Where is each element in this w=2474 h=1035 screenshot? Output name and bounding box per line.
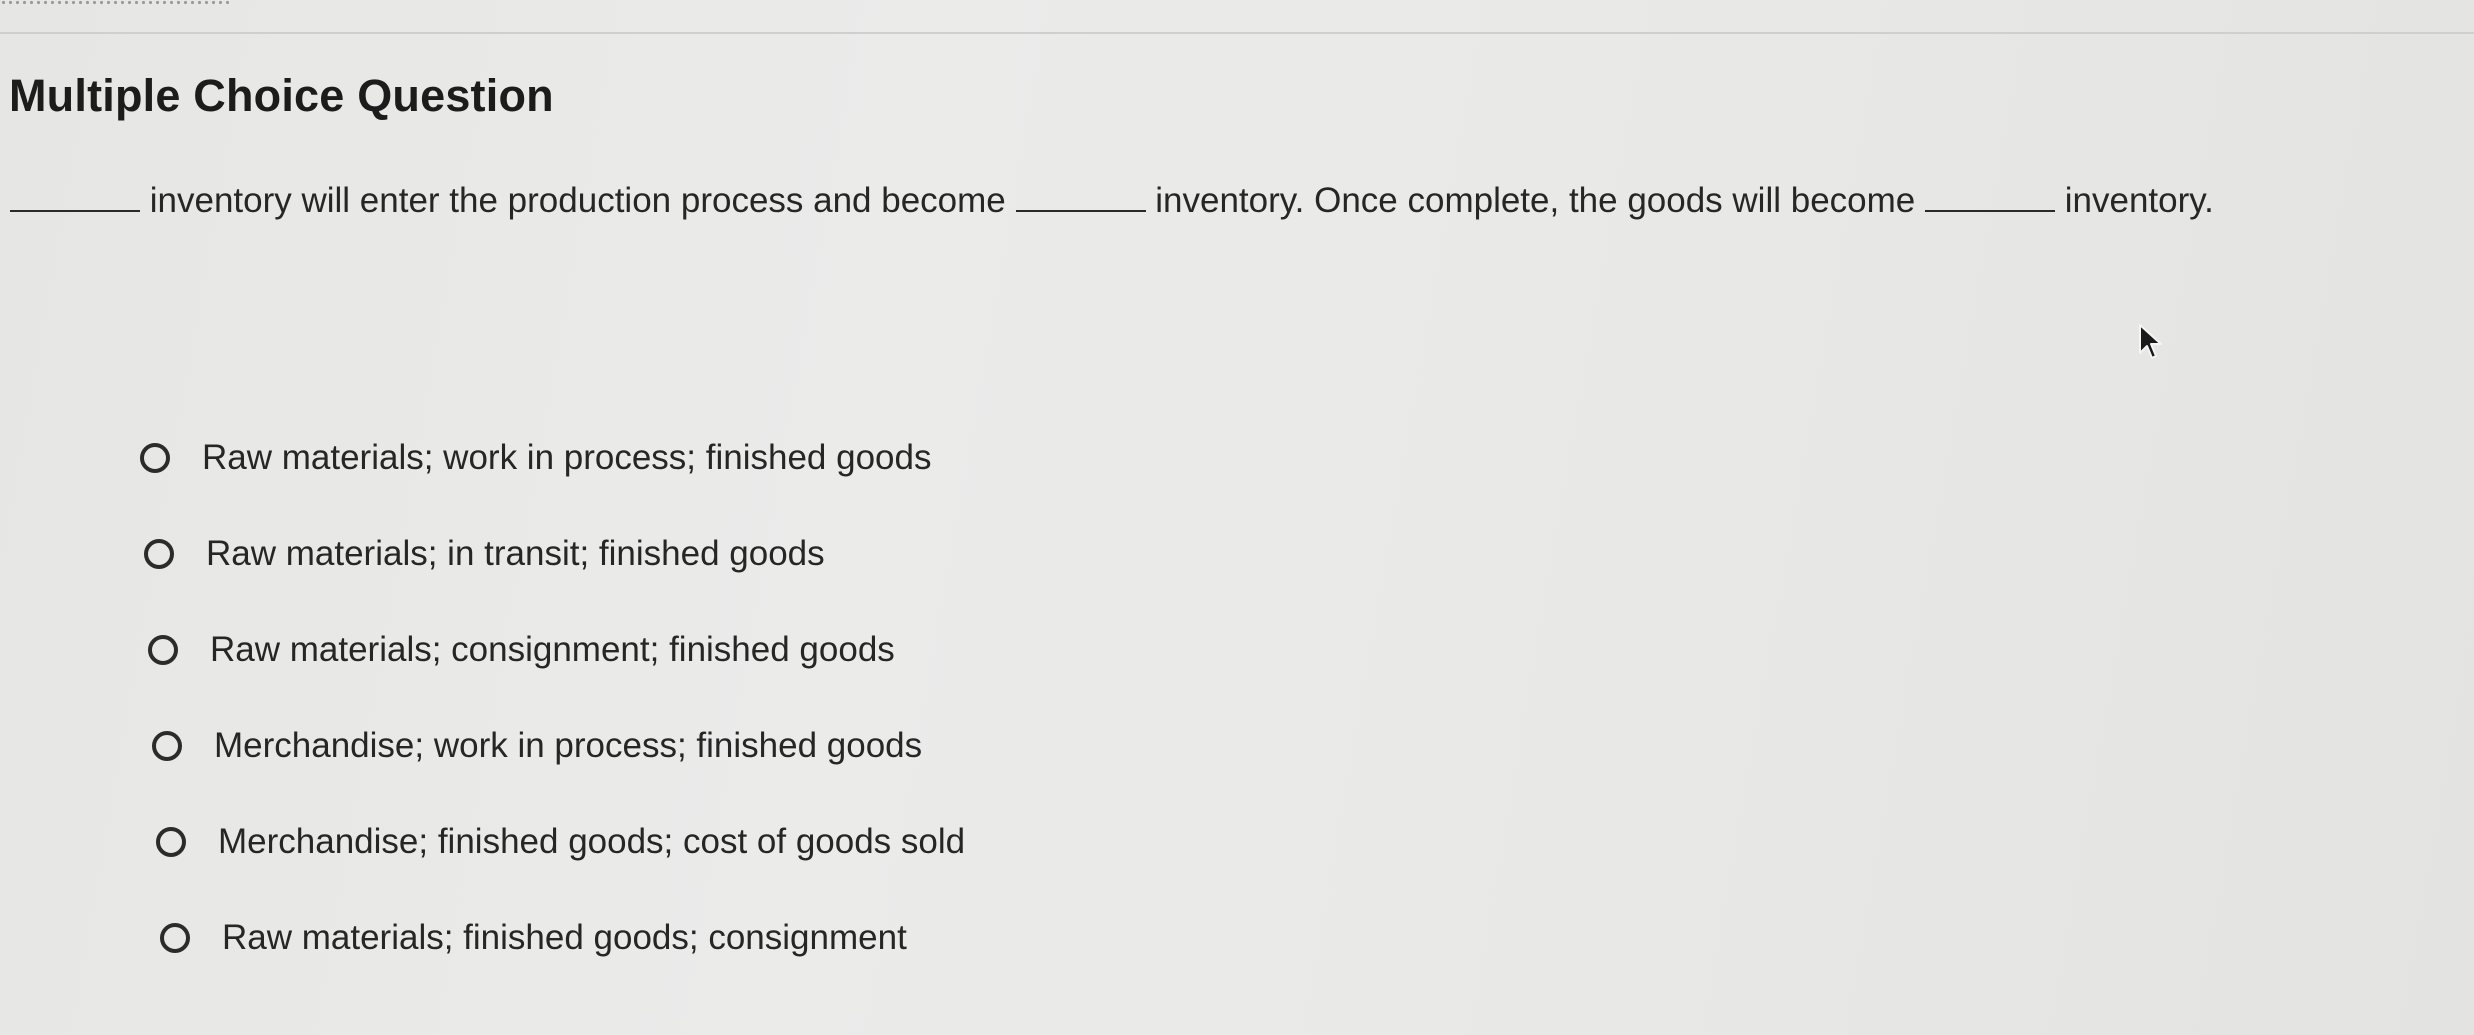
radio-unselected-icon[interactable] [160,923,190,953]
prompt-part-2: inventory. Once complete, the goods will… [1155,181,1916,220]
fill-blank-3 [1925,180,2055,212]
mouse-pointer-icon [2139,324,2162,359]
radio-unselected-icon[interactable] [140,443,170,473]
answer-option-4[interactable]: Merchandise; work in process; finished g… [152,698,965,794]
answer-option-6[interactable]: Raw materials; finished goods; consignme… [160,890,965,986]
option-label: Merchandise; work in process; finished g… [214,726,923,765]
radio-unselected-icon[interactable] [148,635,178,665]
header-divider [0,32,2474,34]
option-label: Raw materials; in transit; finished good… [206,534,825,573]
answer-option-1[interactable]: Raw materials; work in process; finished… [140,410,965,506]
answer-option-2[interactable]: Raw materials; in transit; finished good… [144,506,965,602]
fill-blank-1 [10,180,140,212]
prompt-part-3: inventory. [2064,181,2214,220]
radio-unselected-icon[interactable] [156,827,186,857]
question-title: Multiple Choice Question [9,70,554,121]
answer-options: Raw materials; work in process; finished… [140,410,965,986]
top-dotted-border [0,0,230,5]
answer-option-5[interactable]: Merchandise; finished goods; cost of goo… [156,794,965,890]
option-label: Merchandise; finished goods; cost of goo… [218,822,966,861]
radio-unselected-icon[interactable] [144,539,174,569]
answer-option-3[interactable]: Raw materials; consignment; finished goo… [148,602,965,698]
option-label: Raw materials; finished goods; consignme… [222,918,907,957]
option-label: Raw materials; consignment; finished goo… [210,630,895,669]
prompt-part-1: inventory will enter the production proc… [149,181,1006,220]
question-prompt: inventory will enter the production proc… [10,176,2430,226]
fill-blank-2 [1015,180,1146,212]
radio-unselected-icon[interactable] [152,731,182,761]
option-label: Raw materials; work in process; finished… [202,438,932,477]
